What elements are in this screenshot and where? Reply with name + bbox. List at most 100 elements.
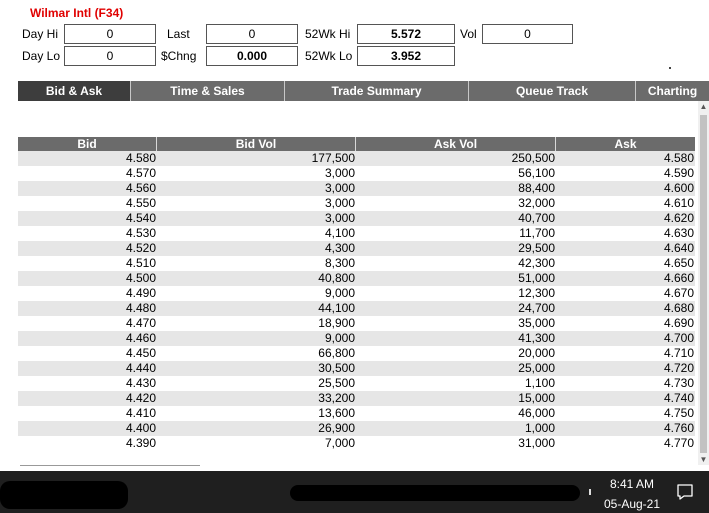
bid-price-cell: 4.540 [125, 211, 156, 225]
scroll-up-arrow-icon[interactable]: ▲ [698, 101, 709, 112]
table-row[interactable]: 4.460 9,000 41,300 4.700 [18, 331, 695, 346]
tab-bid-ask[interactable]: Bid & Ask [18, 81, 131, 101]
52wk-hi-label: 52Wk Hi [305, 27, 351, 41]
bid-price-cell: 4.430 [125, 376, 156, 390]
taskbar-clock[interactable]: 8:41 AM 05-Aug-21 [596, 476, 668, 512]
table-row[interactable]: 4.540 3,000 40,700 4.620 [18, 211, 695, 226]
table-row[interactable]: 4.580 177,500 250,500 4.580 [18, 151, 695, 166]
header-ask: Ask [614, 137, 637, 151]
table-row[interactable]: 4.480 44,100 24,700 4.680 [18, 301, 695, 316]
bid-volume-cell: 8,300 [324, 256, 355, 270]
vol-field: 0 [482, 24, 573, 44]
ask-volume-cell: 1,000 [524, 421, 555, 435]
table-row[interactable]: 4.420 33,200 15,000 4.740 [18, 391, 695, 406]
table-row[interactable]: 4.440 30,500 25,000 4.720 [18, 361, 695, 376]
table-row[interactable]: 4.450 66,800 20,000 4.710 [18, 346, 695, 361]
tab-queue-track[interactable]: Queue Track [469, 81, 636, 101]
table-row[interactable]: 4.570 3,000 56,100 4.590 [18, 166, 695, 181]
day-hi-field: 0 [64, 24, 156, 44]
ask-volume-cell: 15,000 [518, 391, 555, 405]
table-row[interactable]: 4.490 9,000 12,300 4.670 [18, 286, 695, 301]
last-field: 0 [206, 24, 298, 44]
ask-volume-cell: 46,000 [518, 406, 555, 420]
bid-price-cell: 4.400 [125, 421, 156, 435]
table-row[interactable]: 4.500 40,800 51,000 4.660 [18, 271, 695, 286]
bid-volume-cell: 177,500 [311, 151, 355, 165]
vol-label: Vol [460, 27, 477, 41]
header-bid-vol: Bid Vol [157, 137, 356, 151]
ask-volume-cell: 250,500 [511, 151, 555, 165]
ask-price-cell: 4.680 [663, 301, 694, 315]
scroll-thumb[interactable] [700, 115, 707, 453]
table-row[interactable]: 4.430 25,500 1,100 4.730 [18, 376, 695, 391]
ask-price-cell: 4.650 [663, 256, 694, 270]
speech-bubble-icon[interactable] [675, 482, 695, 502]
52wk-hi-field: 5.572 [357, 24, 455, 44]
ask-volume-cell: 24,700 [518, 301, 555, 315]
bid-volume-cell: 26,900 [318, 421, 355, 435]
tray-separator [589, 489, 591, 495]
ask-price-cell: 4.700 [663, 331, 694, 345]
ask-price-cell: 4.730 [663, 376, 694, 390]
bid-price-cell: 4.570 [125, 166, 156, 180]
last-label: Last [167, 27, 190, 41]
ask-price-cell: 4.580 [663, 151, 694, 165]
ask-price-cell: 4.670 [663, 286, 694, 300]
ask-volume-cell: 41,300 [518, 331, 555, 345]
bid-volume-cell: 3,000 [324, 196, 355, 210]
ask-volume-cell: 51,000 [518, 271, 555, 285]
table-row[interactable]: 4.470 18,900 35,000 4.690 [18, 316, 695, 331]
ask-price-cell: 4.690 [663, 316, 694, 330]
redacted-area-left [0, 481, 128, 509]
ask-price-cell: 4.750 [663, 406, 694, 420]
tab-charting[interactable]: Charting [636, 81, 709, 101]
day-lo-label: Day Lo [22, 49, 61, 63]
table-row[interactable]: 4.510 8,300 42,300 4.650 [18, 256, 695, 271]
table-body: 4.580 177,500 250,500 4.580 4.570 3,000 56,100… [18, 151, 695, 451]
table-header: Bid Bid Vol Ask Vol Ask [18, 137, 695, 151]
ask-volume-cell: 29,500 [518, 241, 555, 255]
bid-price-cell: 4.510 [125, 256, 156, 270]
ask-volume-cell: 35,000 [518, 316, 555, 330]
taskbar: 8:41 AM 05-Aug-21 [0, 471, 709, 513]
table-row[interactable]: 4.550 3,000 32,000 4.610 [18, 196, 695, 211]
scroll-down-arrow-icon[interactable]: ▼ [698, 454, 709, 465]
bid-volume-cell: 3,000 [324, 166, 355, 180]
bid-price-cell: 4.500 [125, 271, 156, 285]
stray-dot [669, 67, 671, 69]
ask-price-cell: 4.710 [663, 346, 694, 360]
table-row[interactable]: 4.400 26,900 1,000 4.760 [18, 421, 695, 436]
ask-price-cell: 4.620 [663, 211, 694, 225]
bid-volume-cell: 4,300 [324, 241, 355, 255]
52wk-lo-field: 3.952 [357, 46, 455, 66]
ask-volume-cell: 25,000 [518, 361, 555, 375]
vertical-scrollbar[interactable]: ▲ ▼ [698, 101, 709, 465]
bid-volume-cell: 3,000 [324, 181, 355, 195]
ask-volume-cell: 11,700 [519, 226, 555, 240]
table-row[interactable]: 4.520 4,300 29,500 4.640 [18, 241, 695, 256]
bid-price-cell: 4.560 [125, 181, 156, 195]
ask-volume-cell: 40,700 [518, 211, 555, 225]
table-row[interactable]: 4.410 13,600 46,000 4.750 [18, 406, 695, 421]
ask-price-cell: 4.660 [663, 271, 694, 285]
bid-volume-cell: 30,500 [318, 361, 355, 375]
ask-price-cell: 4.770 [663, 436, 694, 450]
ask-volume-cell: 20,000 [518, 346, 555, 360]
tab-time-sales[interactable]: Time & Sales [131, 81, 285, 101]
bid-volume-cell: 33,200 [318, 391, 355, 405]
bid-price-cell: 4.470 [125, 316, 156, 330]
bid-volume-cell: 40,800 [318, 271, 355, 285]
table-row[interactable]: 4.390 7,000 31,000 4.770 [18, 436, 695, 451]
ask-volume-cell: 32,000 [518, 196, 555, 210]
tab-trade-summary[interactable]: Trade Summary [285, 81, 469, 101]
table-row[interactable]: 4.560 3,000 88,400 4.600 [18, 181, 695, 196]
panel-divider [20, 465, 200, 466]
ask-volume-cell: 1,100 [524, 376, 555, 390]
day-hi-label: Day Hi [22, 27, 59, 41]
table-row[interactable]: 4.530 4,100 11,700 4.630 [18, 226, 695, 241]
bid-price-cell: 4.520 [125, 241, 156, 255]
ask-volume-cell: 12,300 [518, 286, 555, 300]
bid-volume-cell: 13,600 [318, 406, 355, 420]
header-ask-vol: Ask Vol [356, 137, 556, 151]
bid-price-cell: 4.420 [125, 391, 156, 405]
